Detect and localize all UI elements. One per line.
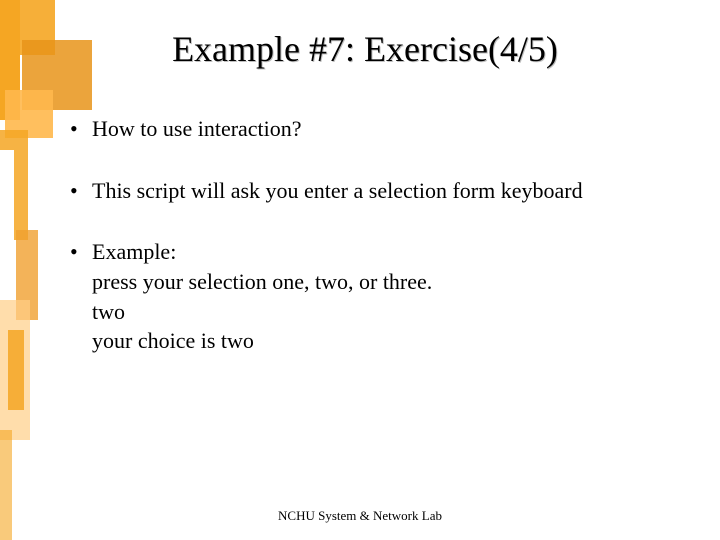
list-item: How to use interaction? bbox=[70, 114, 680, 144]
bullet-text: This script will ask you enter a selecti… bbox=[92, 178, 583, 203]
example-line: your choice is two bbox=[92, 326, 680, 356]
bullet-text: Example: bbox=[92, 239, 176, 264]
example-line: two bbox=[92, 297, 680, 327]
bullet-text: How to use interaction? bbox=[92, 116, 302, 141]
slide-title: Example #7: Exercise(4/5) bbox=[50, 28, 680, 70]
example-line: press your selection one, two, or three. bbox=[92, 267, 680, 297]
list-item: This script will ask you enter a selecti… bbox=[70, 176, 680, 206]
list-item: Example: press your selection one, two, … bbox=[70, 237, 680, 356]
bullet-list: How to use interaction? This script will… bbox=[50, 114, 680, 356]
